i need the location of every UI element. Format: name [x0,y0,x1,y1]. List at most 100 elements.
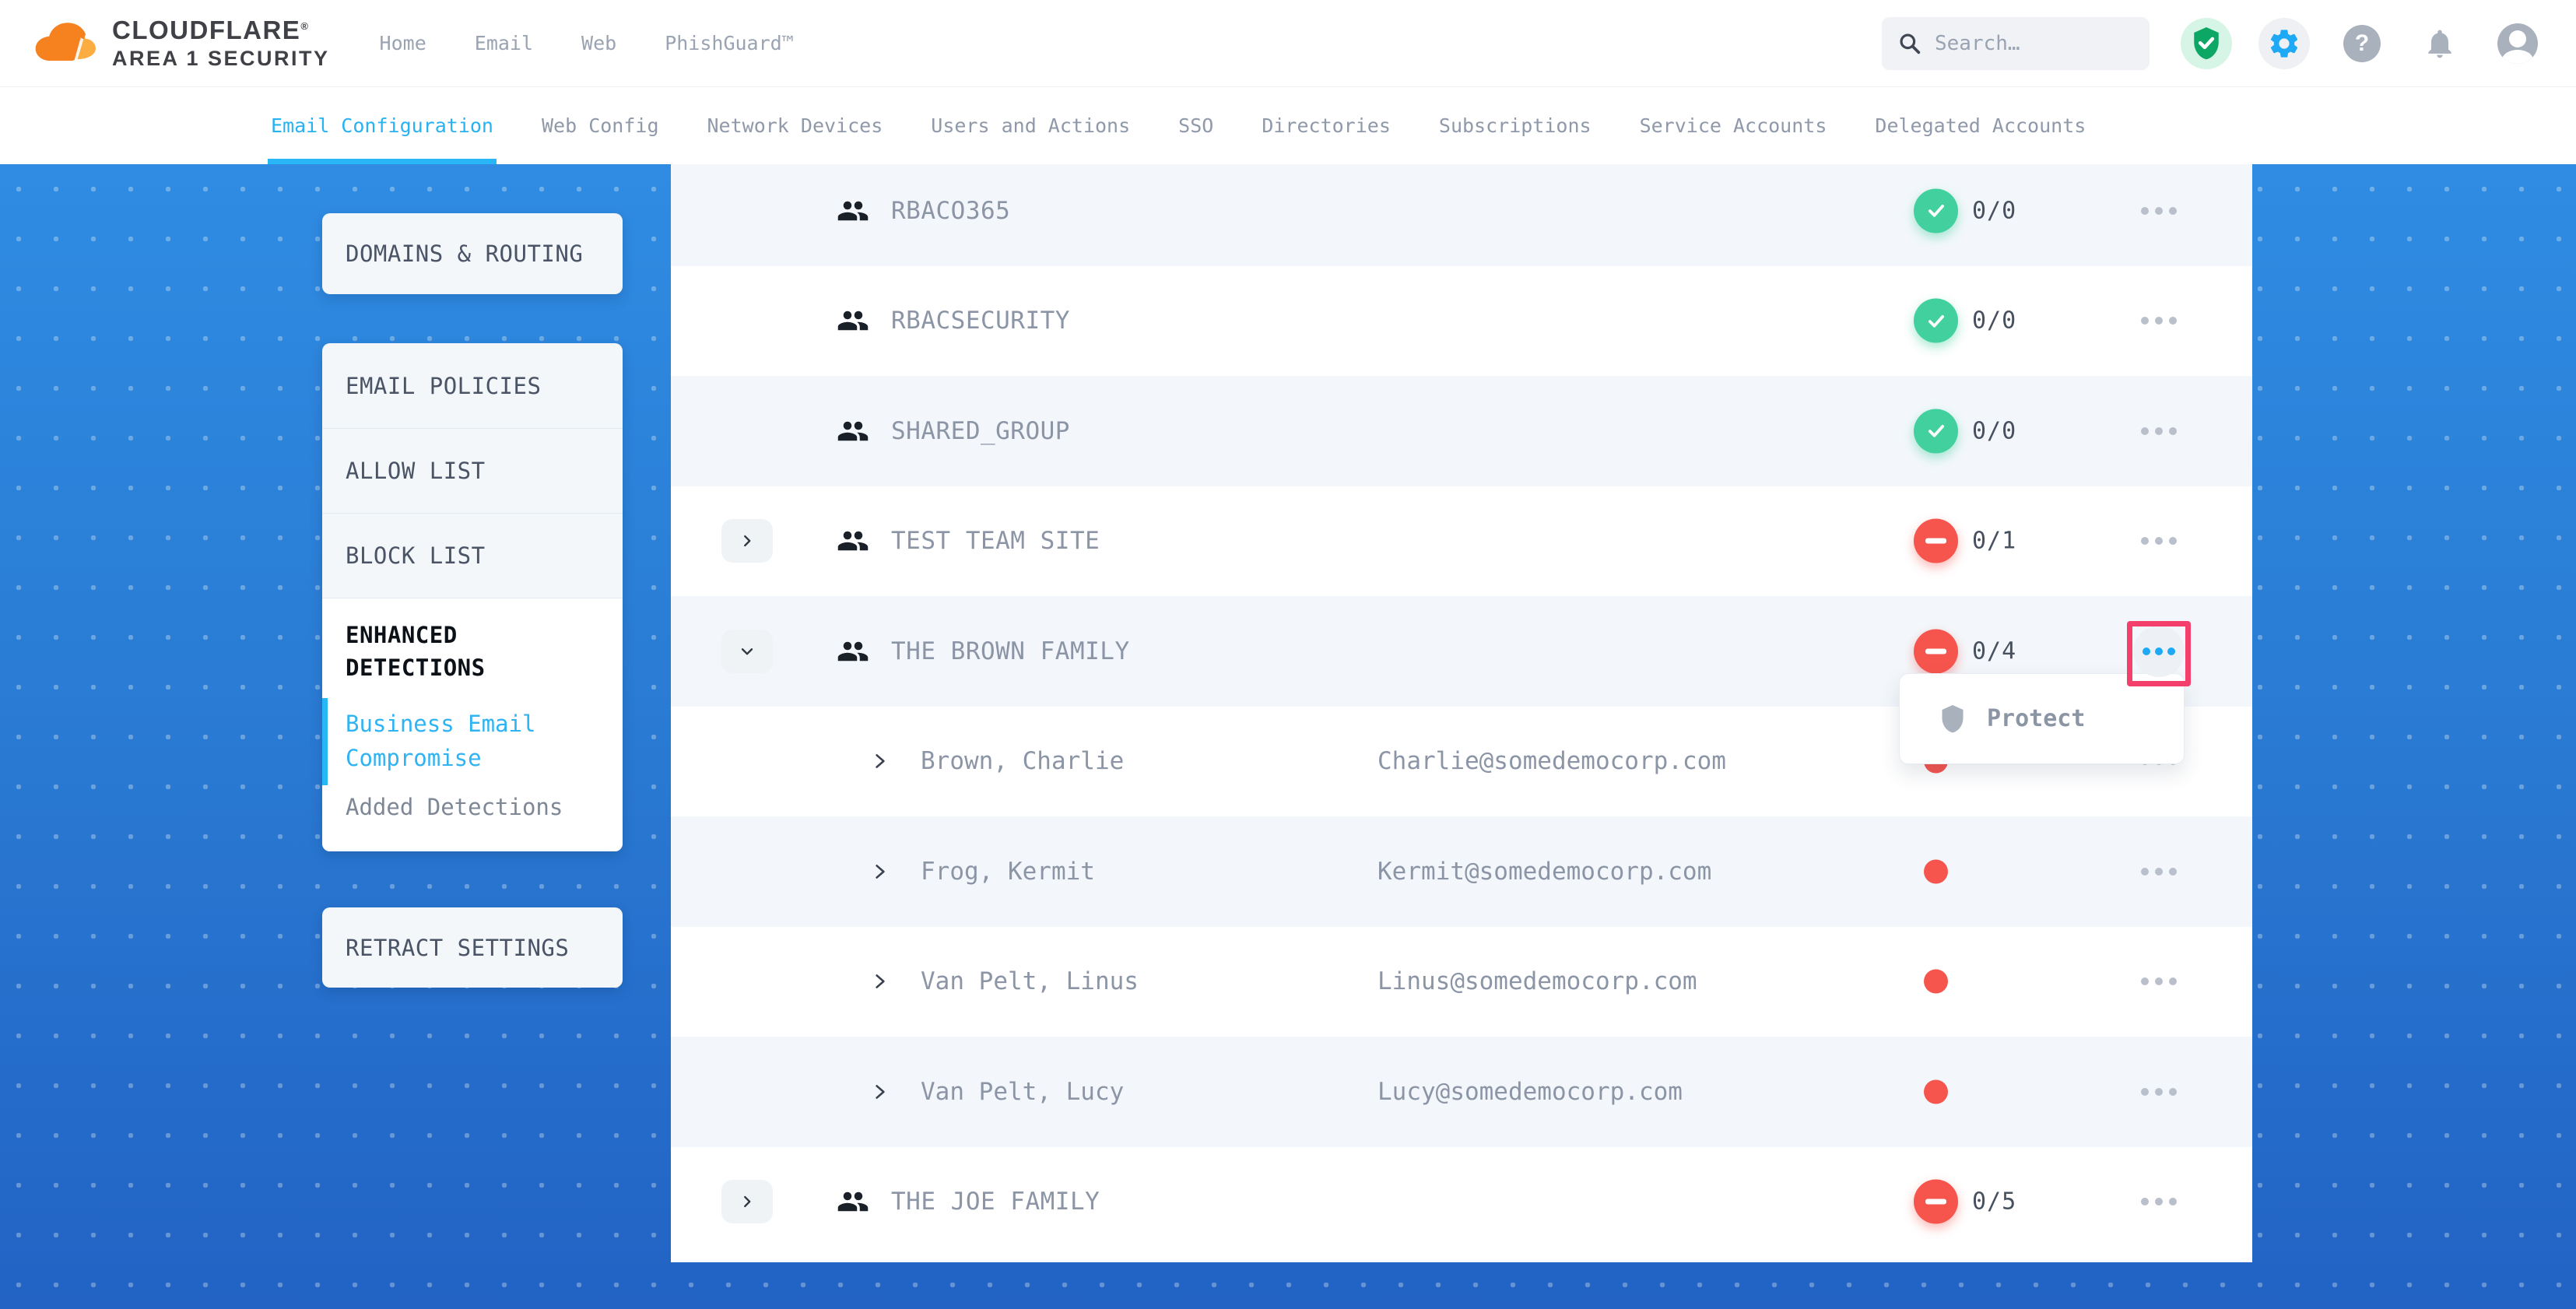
table-row[interactable]: SHARED_GROUP 0/0 [671,376,2252,486]
group-name: THE BROWN FAMILY [891,637,1130,665]
unprotected-status-dot [1924,970,1948,994]
question-mark-glyph: ? [2343,25,2381,62]
table-row-member[interactable]: Frog, Kermit Kermit@somedemocorp.com [671,816,2252,927]
member-name: Brown, Charlie [921,747,1124,775]
table-row-member[interactable]: Van Pelt, Linus Linus@somedemocorp.com [671,927,2252,1037]
row-more-menu-button[interactable] [2116,297,2202,344]
sidebar-item-allow-list[interactable]: ALLOW LIST [322,428,623,513]
tab-directories[interactable]: Directories [1262,87,1391,164]
member-email: Linus@somedemocorp.com [1377,967,1697,995]
row-more-menu-button[interactable] [2116,848,2202,895]
member-chevron-icon [870,971,890,991]
sidebar-label: ALLOW LIST [346,458,486,484]
group-icon [837,635,869,668]
config-tabbar: Email Configuration Web Config Network D… [0,87,2576,164]
nav-email[interactable]: Email [475,32,533,54]
nav-home[interactable]: Home [380,32,426,54]
unprotected-status-dot [1924,859,1948,883]
directory-groups-table: RBACO365 0/0 RBACSECURITY 0/0 SHARED_GRO… [671,156,2252,1262]
row-more-menu-button[interactable] [2116,518,2202,564]
row-more-menu-button[interactable] [2116,958,2202,1005]
bell-icon[interactable] [2414,18,2465,69]
sidebar-item-added-detections[interactable]: Added Detections [346,794,601,820]
row-more-menu-button[interactable] [2116,188,2202,234]
cloudflare-logo: CLOUDFLARE® AREA 1 SECURITY [33,17,330,69]
sidebar-item-retract-settings[interactable]: RETRACT SETTINGS [322,907,623,988]
search-input[interactable] [1935,32,2122,55]
group-icon [837,195,869,227]
nav-phishguard[interactable]: PhishGuard™ [665,32,794,54]
tab-sso[interactable]: SSO [1178,87,1213,164]
table-row[interactable]: THE JOE FAMILY 0/5 [671,1147,2252,1258]
menu-item-protect[interactable]: Protect [1987,705,2085,732]
chevron-right-icon [739,532,756,549]
member-email: Charlie@somedemocorp.com [1377,747,1726,775]
row-context-menu: Protect [1899,673,2185,764]
group-name: RBACO365 [891,197,1010,225]
member-name: Van Pelt, Linus [921,967,1139,995]
row-more-menu-button[interactable] [2116,1178,2202,1225]
page-background: DOMAINS & ROUTING EMAIL POLICIES ALLOW L… [0,164,2576,1309]
tab-web-config[interactable]: Web Config [542,87,659,164]
table-row[interactable]: RBACSECURITY 0/0 [671,266,2252,377]
shield-check-icon[interactable] [2181,18,2232,69]
row-more-menu-button[interactable] [2116,408,2202,454]
protection-count: 0/4 [1972,637,2016,665]
group-icon [837,525,869,557]
unprotected-status-badge [1914,1180,1958,1224]
protection-count: 0/0 [1972,197,2016,224]
brand-subtitle: AREA 1 SECURITY [112,47,330,69]
tab-subscriptions[interactable]: Subscriptions [1439,87,1592,164]
nav-web[interactable]: Web [581,32,616,54]
member-email: Kermit@somedemocorp.com [1377,858,1711,886]
search-box[interactable] [1882,17,2150,70]
highlight-annotation-box [2127,621,2191,686]
settings-gear-icon[interactable] [2258,18,2310,69]
group-icon [837,415,869,447]
chevron-down-icon [739,643,756,660]
sidebar-section-enhanced-detections: ENHANCED DETECTIONS Business Email Compr… [322,598,623,851]
member-email: Lucy@somedemocorp.com [1377,1078,1683,1106]
group-icon [837,304,869,337]
tab-users-and-actions[interactable]: Users and Actions [931,87,1130,164]
sidebar-label: DOMAINS & ROUTING [322,240,583,267]
avatar-icon[interactable] [2492,18,2543,69]
registered-mark: ® [300,20,309,32]
protected-status-badge [1914,188,1958,233]
sidebar-label: BLOCK LIST [346,542,486,569]
top-header: CLOUDFLARE® AREA 1 SECURITY Home Email W… [0,0,2576,87]
member-chevron-icon [870,862,890,882]
tab-network-devices[interactable]: Network Devices [707,87,883,164]
table-row[interactable]: TEST TEAM SITE 0/1 [671,486,2252,597]
tab-email-configuration[interactable]: Email Configuration [271,87,493,164]
expand-row-button[interactable] [721,1180,773,1223]
row-more-menu-button[interactable] [2116,1069,2202,1115]
group-name: RBACSECURITY [891,307,1070,335]
help-icon[interactable]: ? [2336,18,2388,69]
member-name: Frog, Kermit [921,858,1095,886]
member-chevron-icon [870,1082,890,1102]
group-name: TEST TEAM SITE [891,527,1100,555]
sidebar-item-email-policies[interactable]: EMAIL POLICIES [322,343,623,428]
tab-delegated-accounts[interactable]: Delegated Accounts [1875,87,2086,164]
unprotected-status-badge [1914,519,1958,563]
collapse-row-button[interactable] [721,630,773,673]
member-chevron-icon [870,751,890,771]
sidebar-item-domains-routing[interactable]: DOMAINS & ROUTING [322,213,623,294]
table-row-member[interactable]: Van Pelt, Lucy Lucy@somedemocorp.com [671,1037,2252,1147]
sidebar-item-business-email-compromise[interactable]: Business Email Compromise [346,707,601,775]
expand-row-button[interactable] [721,519,773,563]
sidebar-item-block-list[interactable]: BLOCK LIST [322,513,623,598]
tab-service-accounts[interactable]: Service Accounts [1640,87,1827,164]
unprotected-status-dot [1924,1079,1948,1104]
table-row[interactable]: RBACO365 0/0 [671,156,2252,266]
header-icon-cluster: ? [2181,18,2543,69]
protect-shield-icon [1939,704,1967,735]
group-name: THE JOE FAMILY [891,1188,1100,1216]
sidebar-label: EMAIL POLICIES [346,373,541,399]
search-icon [1897,31,1922,56]
sidebar-item-enhanced-detections[interactable]: ENHANCED DETECTIONS [346,619,601,684]
brand-name: CLOUDFLARE® [112,17,330,44]
protected-status-badge [1914,299,1958,343]
protection-count: 0/1 [1972,528,2016,555]
